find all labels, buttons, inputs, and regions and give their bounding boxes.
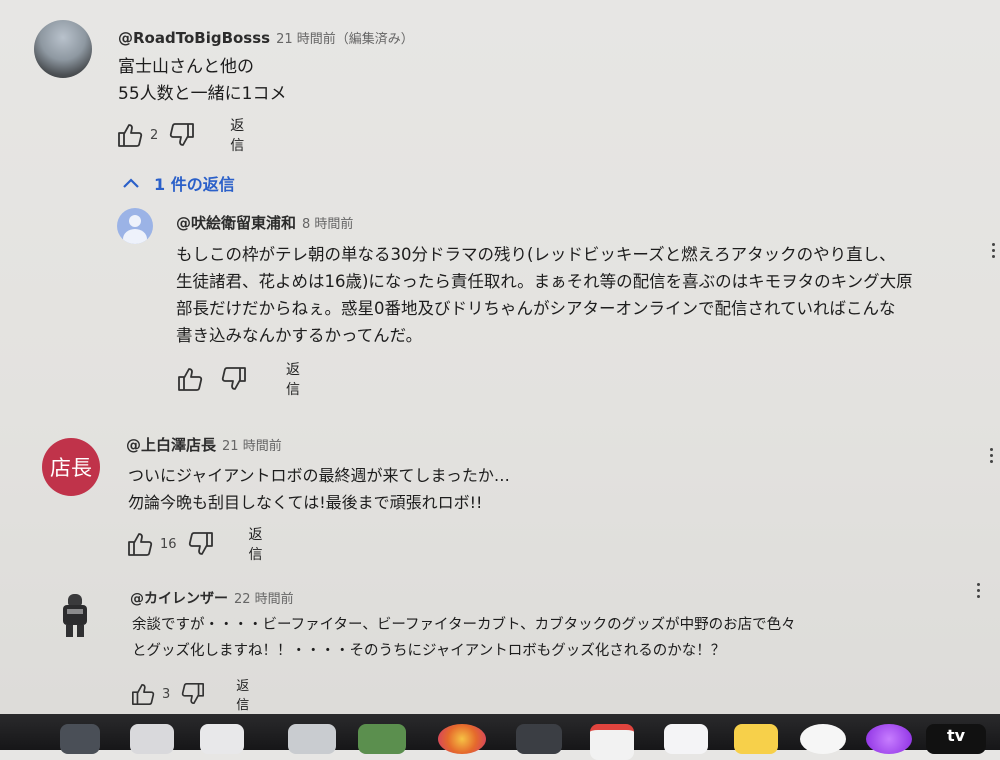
like-icon[interactable] [130, 682, 156, 706]
dislike-icon[interactable] [168, 122, 196, 148]
comment-line: 富士山さんと他の [118, 57, 254, 77]
avatar-text: 店長 [50, 456, 92, 480]
view-replies-toggle[interactable]: 1 件の返信 [122, 171, 235, 195]
timestamp: 8 時間前 [302, 217, 354, 232]
comment-line: 55人数と一緒に1コメ [118, 84, 287, 104]
author-handle[interactable]: @RoadToBigBosss [118, 29, 270, 47]
comment-actions: 3 返信 [130, 679, 249, 713]
timestamp: 22 時間前 [234, 592, 294, 607]
like-icon[interactable] [116, 122, 144, 148]
kebab-menu-icon[interactable] [988, 445, 994, 466]
reply-button[interactable]: 返信 [230, 115, 244, 155]
comment-actions: 16 返信 [126, 527, 263, 563]
comment-line: とグッズ化しますね！！・・・・そのうちにジャイアントロボもグッズ化されるのかな！… [132, 643, 726, 659]
avatar-person-icon[interactable] [117, 208, 153, 244]
comment-line: もしこの枠がテレ朝の単なる30分ドラマの残り(レッドビッキーズと燃えろアタックの… [176, 245, 896, 264]
reply-button[interactable]: 返信 [236, 675, 249, 713]
comment-line: 勿論今晩も刮目しなくては!最後まで頑張れロボ!! [128, 493, 483, 512]
comment-header: @RoadToBigBosss 21 時間前（編集済み） [118, 28, 414, 47]
comment-actions: 返信 [176, 362, 300, 398]
like-icon[interactable] [176, 366, 204, 392]
comment-text: 余談ですが・・・・ビーファイター、ビーファイターカブト、カブタックのグッズが中野… [132, 612, 796, 664]
comment-header: @上白澤店長 21 時間前 [126, 434, 282, 455]
kebab-menu-icon[interactable] [975, 580, 981, 601]
comment-line: 書き込みなんかするかってんだ。 [176, 326, 423, 345]
timestamp: 21 時間前（編集済み） [276, 32, 414, 47]
dock-app-icon[interactable] [590, 724, 634, 760]
like-count: 3 [162, 686, 171, 702]
comment-header: @吠絵衛留東浦和 8 時間前 [176, 212, 353, 233]
comment-text: ついにジャイアントロボの最終週が来てしまったか… 勿論今晩も刮目しなくては!最後… [128, 462, 510, 516]
avatar[interactable]: 店長 [42, 438, 100, 496]
comment-text: 富士山さんと他の 55人数と一緒に1コメ [118, 54, 286, 108]
like-count: 2 [150, 127, 159, 143]
like-icon[interactable] [126, 531, 154, 557]
like-count: 16 [160, 536, 177, 552]
comment-line: 部長だけだからねぇ。惑星0番地及びドリちゃんがシアターオンラインで配信されていれ… [176, 299, 896, 318]
tv-label: tv [946, 726, 966, 745]
dislike-icon[interactable] [220, 366, 248, 392]
avatar[interactable] [56, 592, 94, 640]
timestamp: 21 時間前 [222, 439, 282, 454]
comment-line: 生徒諸君、花よめは16歳)になったら責任取れ。まぁそれ等の配信を喜ぶのはキモヲタ… [176, 272, 913, 291]
avatar[interactable] [34, 20, 92, 78]
reply-button[interactable]: 返信 [286, 359, 300, 399]
comment-line: ついにジャイアントロボの最終週が来てしまったか… [128, 466, 510, 485]
dock: tv [0, 714, 1000, 760]
replies-count-label: 1 件の返信 [154, 175, 235, 194]
comment-actions: 2 返信 [116, 118, 244, 154]
comment-line: 余談ですが・・・・ビーファイター、ビーファイターカブト、カブタックのグッズが中野… [132, 617, 796, 633]
reply-button[interactable]: 返信 [249, 524, 263, 564]
kebab-menu-icon[interactable] [990, 240, 996, 261]
author-handle[interactable]: @カイレンザー [130, 591, 228, 607]
chevron-up-icon [122, 174, 140, 193]
dislike-icon[interactable] [187, 531, 215, 557]
author-handle[interactable]: @上白澤店長 [126, 436, 216, 454]
author-handle[interactable]: @吠絵衛留東浦和 [176, 214, 296, 232]
dislike-icon[interactable] [180, 682, 206, 706]
comment-text: もしこの枠がテレ朝の単なる30分ドラマの残り(レッドビッキーズと燃えろアタックの… [176, 241, 913, 349]
comment-header: @カイレンザー 22 時間前 [130, 588, 294, 608]
